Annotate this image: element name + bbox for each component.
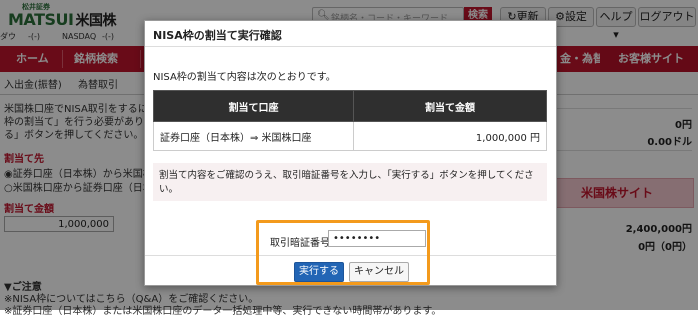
notice-text: 割当て内容をご確認のうえ、取引暗証番号を入力し、「実行する」ボタンを押してくださ… bbox=[159, 170, 534, 195]
dialog-header: NISA枠の割当て実行確認 bbox=[145, 21, 556, 47]
cell-amount: 1,000,000 円 bbox=[353, 121, 547, 151]
table-header-row: 割当て口座 割当て金額 bbox=[153, 90, 547, 122]
dialog-title: NISA枠の割当て実行確認 bbox=[153, 29, 282, 42]
instruction-notice: 割当て内容をご確認のうえ、取引暗証番号を入力し、「実行する」ボタンを押してくださ… bbox=[153, 163, 547, 201]
column-header-account: 割当て口座 bbox=[153, 90, 354, 122]
allocation-table: 割当て口座 割当て金額 証券口座（日本株）⇒ 米国株口座 1,000,000 円 bbox=[153, 90, 547, 151]
column-header-amount: 割当て金額 bbox=[353, 90, 547, 122]
highlight-box bbox=[256, 220, 430, 285]
dialog-intro: NISA枠の割当て内容は次のとおりです。 bbox=[153, 72, 336, 83]
table-row: 証券口座（日本株）⇒ 米国株口座 1,000,000 円 bbox=[153, 121, 547, 151]
cell-account: 証券口座（日本株）⇒ 米国株口座 bbox=[153, 121, 354, 151]
